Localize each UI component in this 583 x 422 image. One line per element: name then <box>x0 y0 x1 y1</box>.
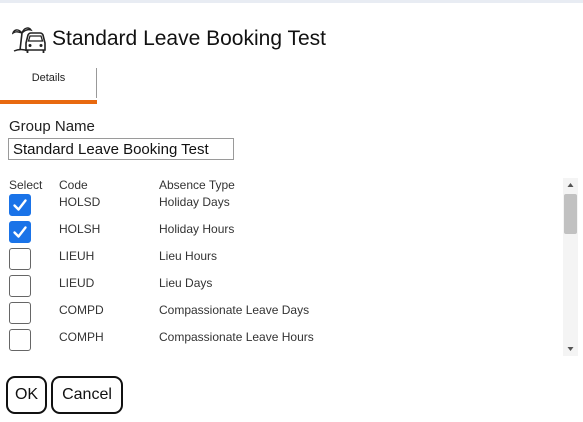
row-checkbox[interactable] <box>9 248 31 270</box>
row-checkbox[interactable] <box>9 302 31 324</box>
absence-type-grid: Select Code Absence Type HOLSD Holiday D… <box>0 176 560 356</box>
triangle-up-icon[interactable] <box>563 178 578 192</box>
row-absence-type: Compassionate Leave Days <box>159 303 310 317</box>
page-header: Standard Leave Booking Test <box>12 24 326 54</box>
group-name-input[interactable] <box>8 138 234 160</box>
tab-details-label: Details <box>31 72 66 84</box>
row-absence-type: Holiday Hours <box>159 222 235 236</box>
row-absence-type: Lieu Hours <box>159 249 218 263</box>
table-row: COMPD Compassionate Leave Days <box>0 298 560 325</box>
tab-separator <box>96 68 97 98</box>
tab-details[interactable]: Details <box>0 66 97 104</box>
scrollbar-thumb[interactable] <box>564 194 577 234</box>
top-divider <box>0 0 583 3</box>
row-absence-type: Holiday Days <box>159 195 230 209</box>
row-checkbox[interactable] <box>9 275 31 297</box>
active-tab-underline <box>0 100 97 104</box>
table-row <box>0 352 560 356</box>
group-name-label: Group Name <box>9 118 95 135</box>
table-row: HOLSH Holiday Hours <box>0 217 560 244</box>
row-absence-type: Compassionate Leave Hours <box>159 330 314 344</box>
row-code: LIEUD <box>59 276 95 290</box>
page-title: Standard Leave Booking Test <box>52 27 326 50</box>
row-code: HOLSH <box>59 222 101 236</box>
cancel-button[interactable]: Cancel <box>51 376 123 414</box>
grid-scrollbar[interactable] <box>563 178 578 356</box>
check-icon <box>13 226 27 238</box>
table-row: LIEUD Lieu Days <box>0 271 560 298</box>
table-row: LIEUH Lieu Hours <box>0 244 560 271</box>
table-row: HOLSD Holiday Days <box>0 190 560 217</box>
row-code: COMPD <box>59 303 104 317</box>
row-code: LIEUH <box>59 249 95 263</box>
row-code: HOLSD <box>59 195 101 209</box>
row-code: COMPH <box>59 330 104 344</box>
triangle-down-icon[interactable] <box>563 342 578 356</box>
row-checkbox[interactable] <box>9 194 31 216</box>
table-row: COMPH Compassionate Leave Hours <box>0 325 560 352</box>
row-checkbox[interactable] <box>9 221 31 243</box>
row-checkbox[interactable] <box>9 329 31 351</box>
ok-button[interactable]: OK <box>6 376 47 414</box>
beach-car-icon <box>12 27 46 53</box>
check-icon <box>13 199 27 211</box>
row-absence-type: Lieu Days <box>159 276 213 290</box>
